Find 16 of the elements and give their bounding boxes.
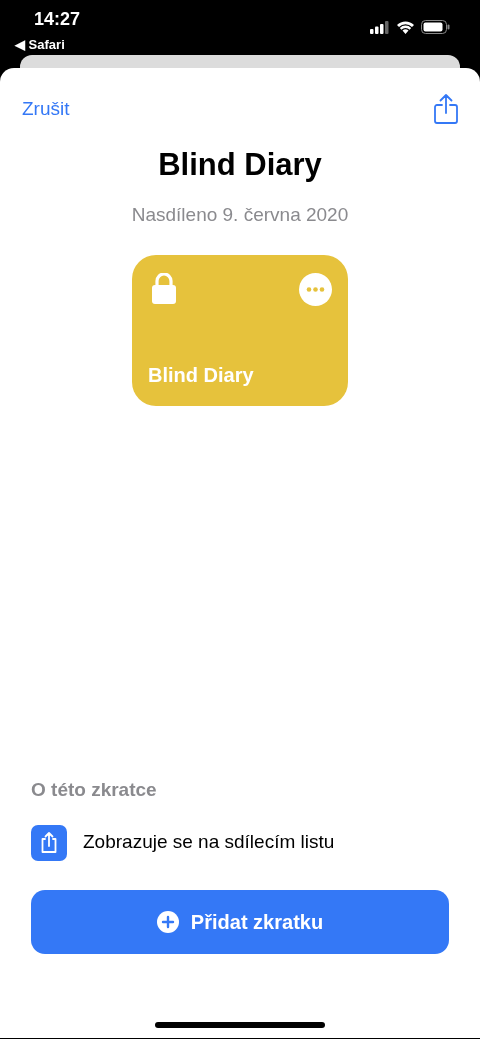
share-icon[interactable] xyxy=(434,94,458,124)
plus-circle-icon xyxy=(156,911,179,933)
signal-icon xyxy=(370,20,390,34)
info-text: Zobrazuje se na sdílecím listu xyxy=(83,830,335,855)
back-to-app-link[interactable]: ◀ Safari xyxy=(15,35,65,55)
cancel-button[interactable]: Zrušit xyxy=(22,94,70,124)
shortcut-name: Blind Diary xyxy=(148,363,254,388)
wifi-icon xyxy=(396,20,415,34)
status-time: 14:27 xyxy=(34,8,81,30)
shared-date: Nasdíleno 9. června 2020 xyxy=(130,202,350,227)
section-heading: O této zkratce xyxy=(31,778,158,802)
share-icon xyxy=(31,824,67,861)
shortcut-title: Blind Diary xyxy=(157,146,323,184)
lock-icon xyxy=(152,273,176,304)
battery-icon xyxy=(421,20,450,34)
add-shortcut-button[interactable]: Přidat zkratku xyxy=(31,890,449,954)
